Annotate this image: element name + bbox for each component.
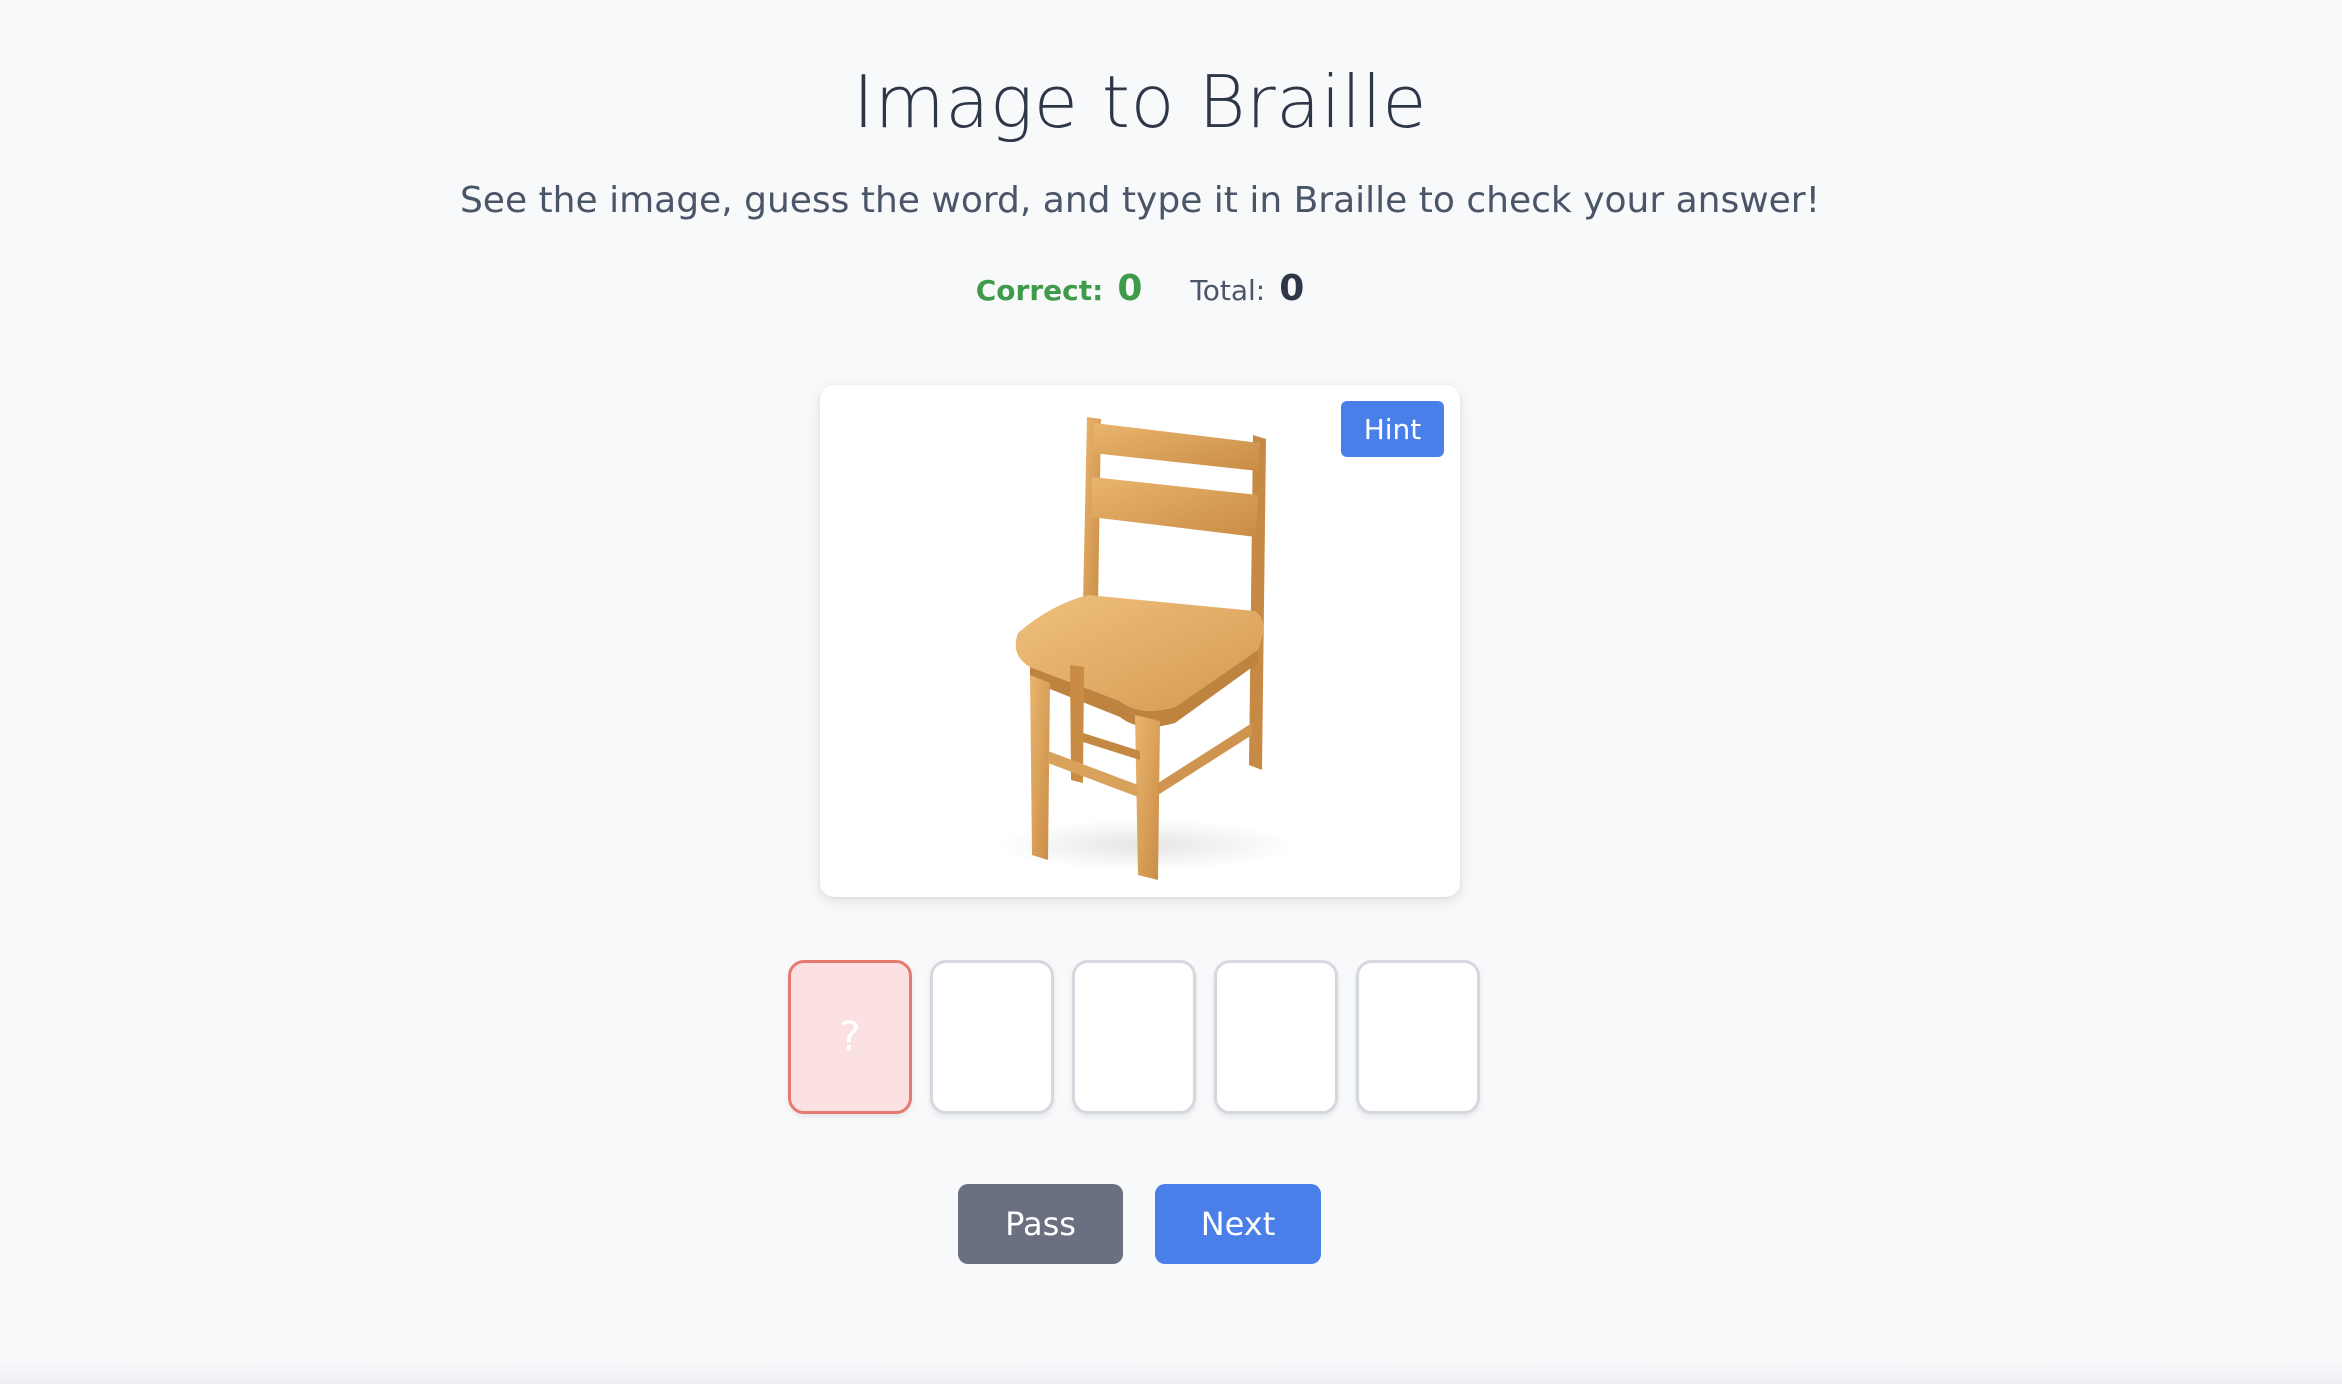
correct-stat: Correct: 0 — [976, 268, 1143, 309]
letter-box-3[interactable] — [1072, 960, 1196, 1114]
page: Image to Braille See the image, guess th… — [0, 0, 2342, 1384]
correct-label: Correct: — [975, 274, 1104, 307]
letter-box-1[interactable]: ? — [788, 960, 912, 1114]
letter-box-5[interactable] — [1356, 960, 1480, 1114]
next-button[interactable]: Next — [1155, 1184, 1321, 1264]
total-label: Total: — [1190, 274, 1266, 307]
total-stat: Total: 0 — [1190, 268, 1304, 309]
total-count: 0 — [1279, 268, 1305, 309]
score-stats: Correct: 0 Total: 0 — [0, 268, 2280, 309]
action-buttons: Pass Next — [958, 1184, 1321, 1264]
letter-box-2[interactable] — [930, 960, 1054, 1114]
hint-button[interactable]: Hint — [1341, 401, 1444, 457]
image-card: Hint — [820, 385, 1460, 897]
braille-answer-boxes: ? — [788, 960, 1480, 1114]
pass-button[interactable]: Pass — [958, 1184, 1123, 1264]
correct-count: 0 — [1117, 268, 1143, 309]
letter-box-4[interactable] — [1214, 960, 1338, 1114]
chair-image — [995, 417, 1295, 880]
page-subtitle: See the image, guess the word, and type … — [459, 180, 1821, 221]
bottom-edge — [0, 1362, 2342, 1384]
page-title: Image to Braille — [852, 60, 1428, 144]
